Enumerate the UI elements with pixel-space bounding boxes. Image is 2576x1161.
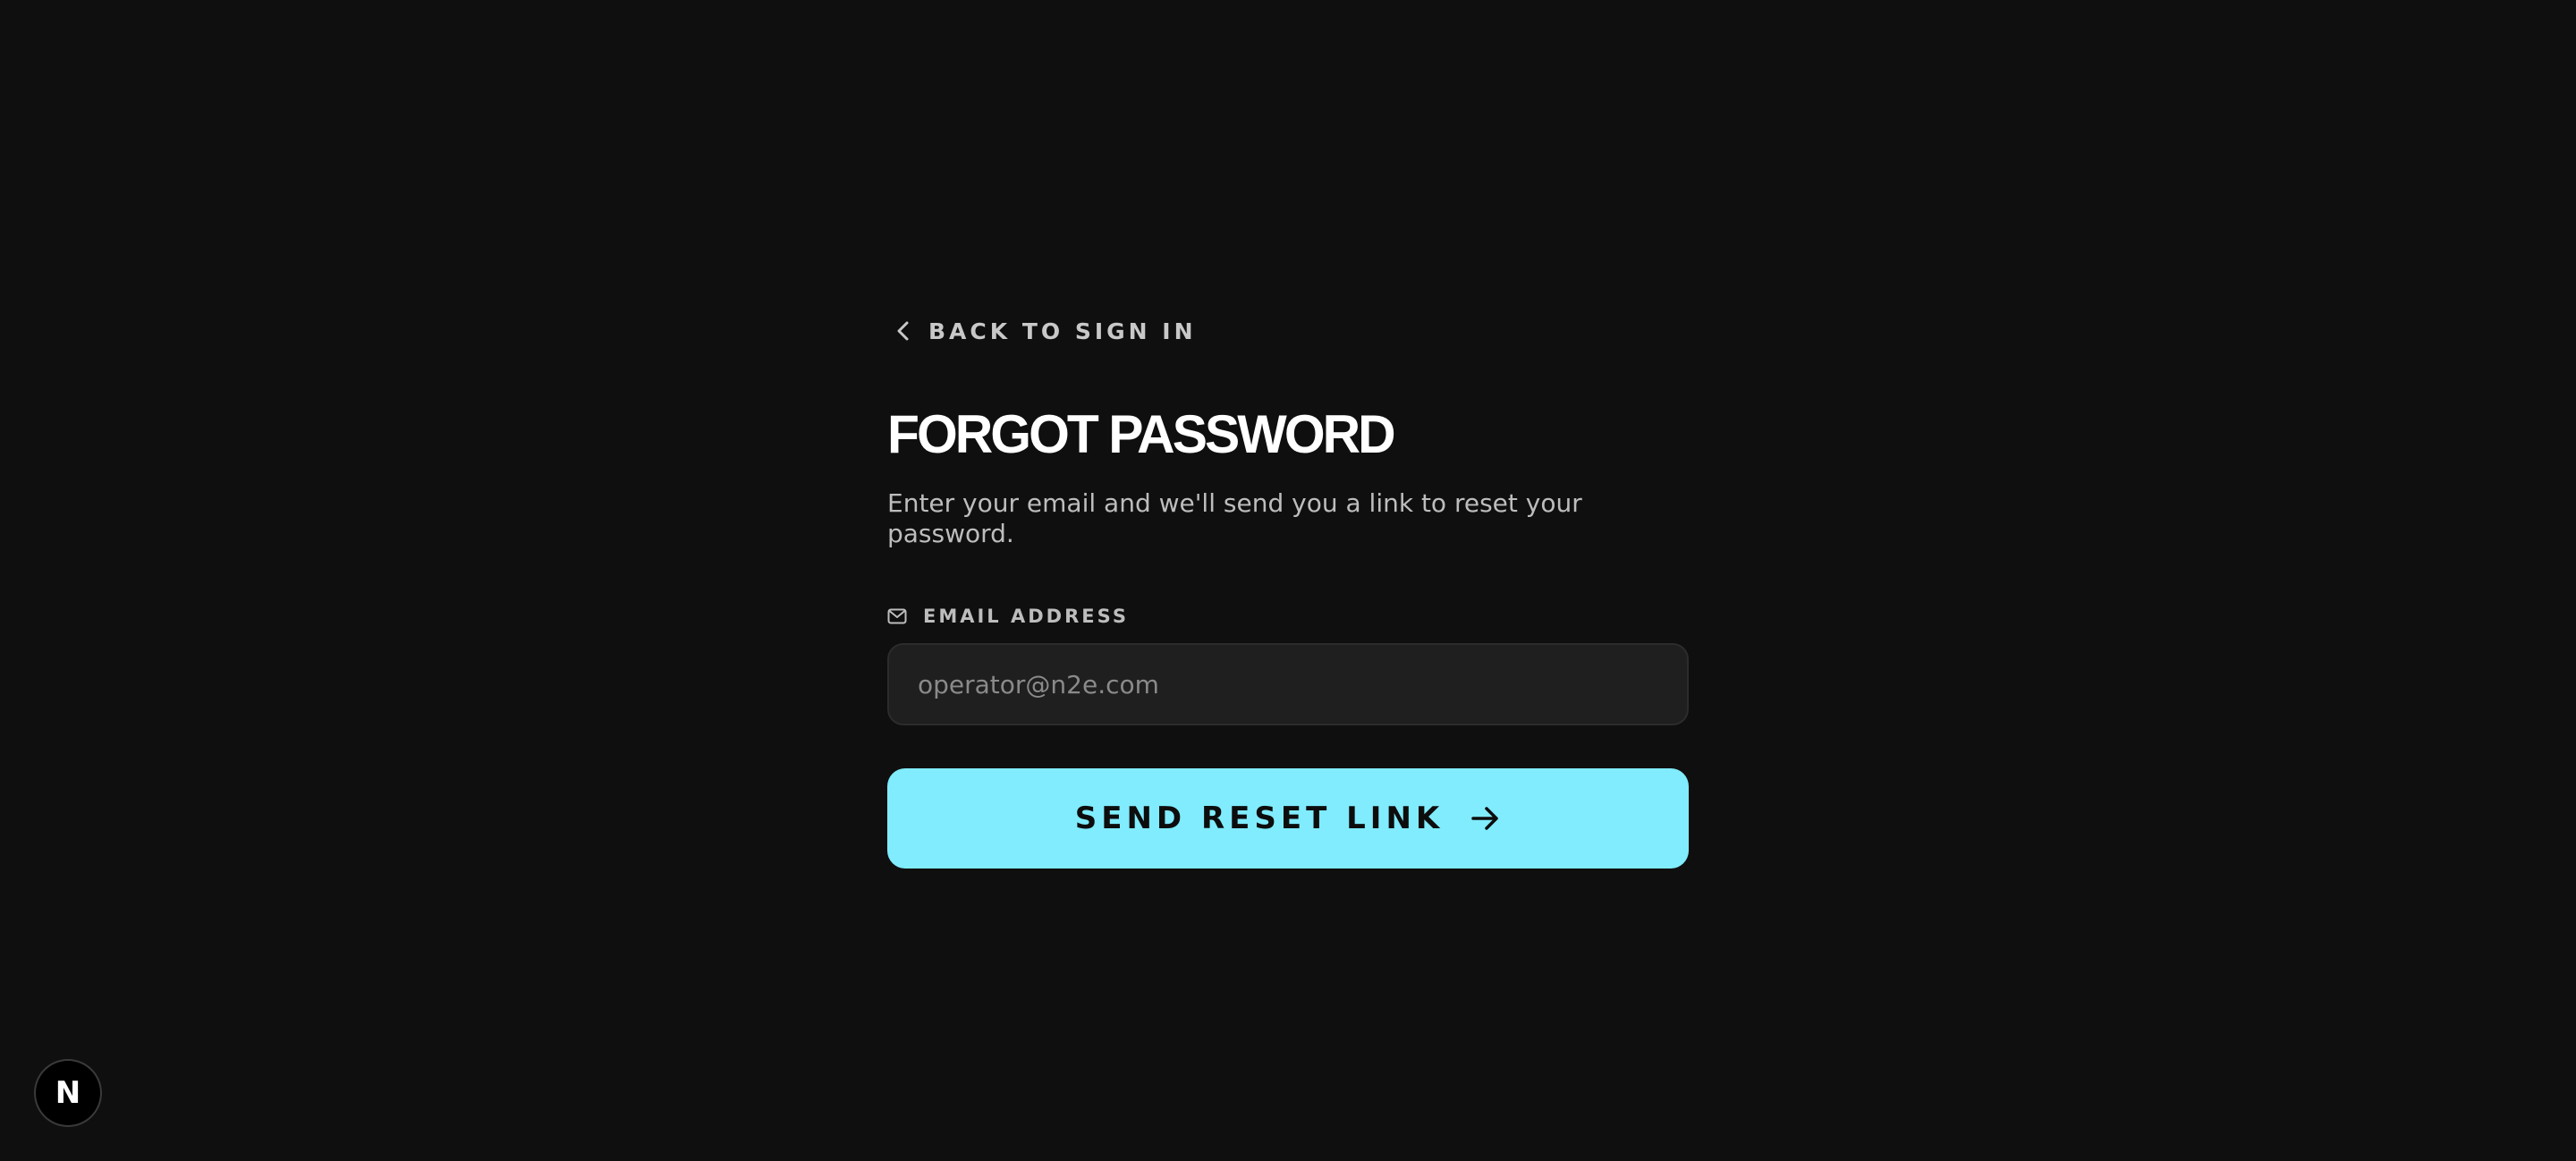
email-label-text: EMAIL ADDRESS	[923, 606, 1129, 628]
forgot-password-form: BACK TO SIGN IN FORGOT PASSWORD Enter yo…	[887, 313, 1689, 869]
page-title: FORGOT PASSWORD	[887, 404, 1396, 464]
forgot-password-page: BACK TO SIGN IN FORGOT PASSWORD Enter yo…	[0, 0, 2576, 1161]
page-subtitle: Enter your email and we'll send you a li…	[887, 488, 1582, 548]
send-reset-link-label: SEND RESET LINK	[1074, 801, 1445, 837]
email-input[interactable]	[887, 643, 1689, 726]
mail-icon	[887, 608, 907, 624]
arrow-right-icon	[1470, 805, 1501, 832]
back-link-label: BACK TO SIGN IN	[928, 318, 1197, 344]
email-field-label: EMAIL ADDRESS	[887, 606, 1689, 627]
framework-badge-button[interactable]: N	[36, 1061, 100, 1125]
back-to-sign-in-link[interactable]: BACK TO SIGN IN	[896, 313, 1689, 349]
send-reset-link-button[interactable]: SEND RESET LINK	[887, 768, 1689, 869]
chevron-left-icon	[896, 320, 911, 342]
badge-letter: N	[55, 1075, 81, 1111]
